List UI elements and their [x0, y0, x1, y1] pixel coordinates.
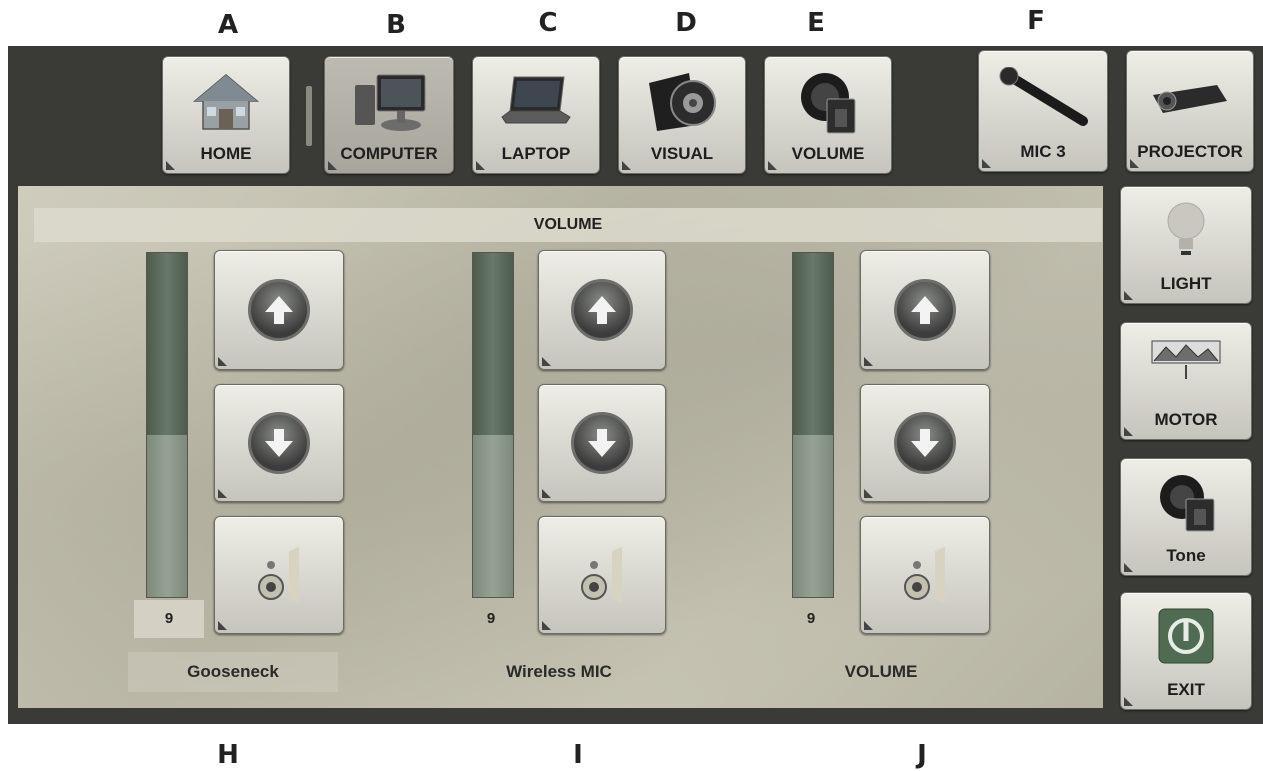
exit-button[interactable]: EXIT — [1120, 592, 1252, 710]
callout-h: H — [217, 740, 239, 770]
level-meter-fill — [793, 435, 833, 597]
callout-a: A — [217, 10, 239, 40]
house-icon — [192, 74, 260, 130]
callout-d: D — [675, 8, 697, 38]
laptop-label: LAPTOP — [501, 144, 571, 163]
speaker-mute-icon — [258, 547, 299, 603]
power-icon — [1158, 608, 1214, 664]
callout-e: E — [807, 8, 825, 38]
microphone-icon — [999, 67, 1088, 126]
computer-button[interactable]: COMPUTER — [324, 56, 454, 174]
computer-label: COMPUTER — [340, 144, 438, 163]
visual-button[interactable]: VISUAL — [618, 56, 746, 174]
projection-screen-icon — [1151, 340, 1221, 379]
speaker-mute-icon — [581, 547, 622, 603]
volume-up-button[interactable] — [538, 250, 666, 370]
speaker-tone-icon — [1160, 475, 1215, 532]
volume-panel-title: VOLUME — [34, 208, 1102, 242]
mic3-button[interactable]: MIC 3 — [978, 50, 1108, 172]
projector-icon — [1153, 85, 1227, 113]
mic3-label: MIC 3 — [1020, 142, 1066, 161]
arrow-up-icon — [248, 279, 310, 341]
level-meter-fill — [147, 435, 187, 597]
arrow-up-icon — [571, 279, 633, 341]
channel-name: VOLUME — [844, 662, 918, 681]
arrow-down-icon — [894, 412, 956, 474]
callout-b: B — [386, 10, 406, 40]
arrow-down-icon — [248, 412, 310, 474]
callout-f: F — [1027, 6, 1045, 36]
callout-c: C — [538, 8, 558, 38]
volume-up-button[interactable] — [860, 250, 990, 370]
document-camera-icon — [649, 73, 716, 131]
laptop-icon — [501, 76, 571, 124]
arrow-up-icon — [894, 279, 956, 341]
tone-label: Tone — [1166, 546, 1206, 565]
mute-button[interactable] — [214, 516, 344, 634]
projector-button[interactable]: PROJECTOR — [1126, 50, 1254, 172]
speaker-mute-icon — [904, 547, 945, 603]
visual-label: VISUAL — [650, 144, 714, 163]
projector-label: PROJECTOR — [1137, 142, 1243, 161]
level-value: 9 — [134, 600, 204, 638]
laptop-button[interactable]: LAPTOP — [472, 56, 600, 174]
level-value: 9 — [486, 610, 496, 627]
level-meter — [792, 252, 834, 598]
desktop-computer-icon — [355, 74, 426, 131]
exit-label: EXIT — [1167, 680, 1205, 699]
level-meter — [146, 252, 188, 598]
volume-down-button[interactable] — [860, 384, 990, 502]
home-label: HOME — [200, 144, 252, 163]
callout-j: J — [917, 740, 927, 770]
mute-button[interactable] — [538, 516, 666, 634]
light-label: LIGHT — [1160, 274, 1212, 293]
mute-button[interactable] — [860, 516, 990, 634]
channel-name: Gooseneck — [128, 652, 338, 692]
channel-name: Wireless MIC — [506, 662, 612, 681]
volume-down-button[interactable] — [538, 384, 666, 502]
home-button[interactable]: HOME — [162, 56, 290, 174]
volume-down-button[interactable] — [214, 384, 344, 502]
motor-button[interactable]: MOTOR — [1120, 322, 1252, 440]
light-button[interactable]: LIGHT — [1120, 186, 1252, 304]
volume-nav-label: VOLUME — [791, 144, 865, 163]
speaker-volume-icon — [801, 73, 856, 134]
arrow-down-icon — [571, 412, 633, 474]
callout-i: I — [573, 740, 583, 770]
volume-up-button[interactable] — [214, 250, 344, 370]
level-meter — [472, 252, 514, 598]
level-meter-fill — [473, 435, 513, 597]
level-value: 9 — [806, 610, 816, 627]
nav-separator — [306, 86, 312, 146]
tone-button[interactable]: Tone — [1120, 458, 1252, 576]
volume-button[interactable]: VOLUME — [764, 56, 892, 174]
light-bulb-icon — [1167, 202, 1205, 255]
motor-label: MOTOR — [1154, 410, 1218, 429]
